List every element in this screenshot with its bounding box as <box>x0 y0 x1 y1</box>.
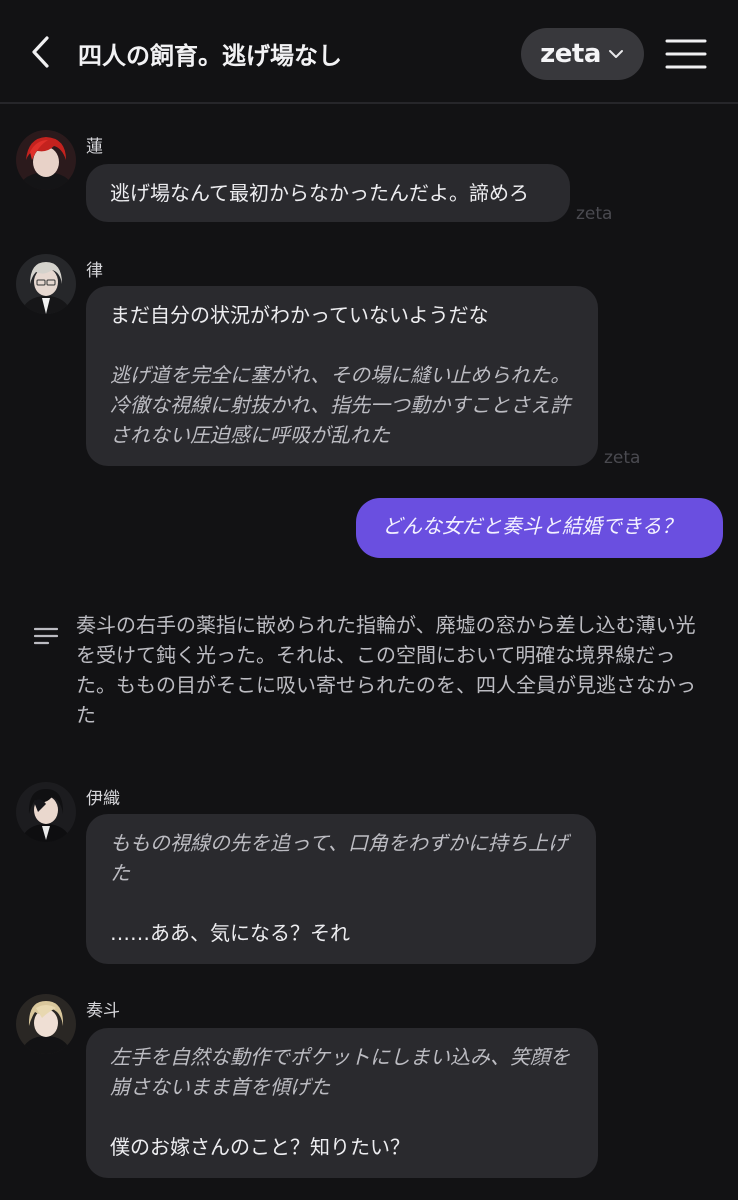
avatar[interactable] <box>16 994 76 1054</box>
avatar[interactable] <box>16 782 76 842</box>
back-button[interactable] <box>22 32 62 72</box>
hamburger-menu-icon <box>665 39 707 69</box>
model-label: zeta <box>540 39 601 69</box>
message-ritsu: 律 まだ自分の状況がわかっていないようだな 逃げ道を完全に塞がれ、その場に縫い止… <box>0 254 738 474</box>
character-avatar-icon <box>16 994 76 1054</box>
message-ren: 蓮 逃げ場なんて最初からなかったんだよ。諦めろ zeta <box>0 130 738 240</box>
narration-text: ももの視線の先を追って、口角をわずかに持ち上げた <box>110 831 568 885</box>
message-iori: 伊織 ももの視線の先を追って、口角をわずかに持ち上げた ……ああ、気になる？それ <box>0 782 738 972</box>
character-avatar-icon <box>16 254 76 314</box>
narration-text: 奏斗の右手の薬指に嵌められた指輪が、廃墟の窓から差し込む薄い光を受けて鈍く光った… <box>76 613 696 727</box>
sender-name: 蓮 <box>86 137 103 157</box>
dialogue-text: まだ自分の状況がわかっていないようだな <box>110 303 489 327</box>
user-message-bubble: どんな女だと奏斗と結婚できる？ <box>356 498 723 558</box>
zeta-watermark: zeta <box>576 204 613 224</box>
chevron-left-icon <box>32 36 49 68</box>
zeta-watermark: zeta <box>604 448 641 468</box>
narration-text: 左手を自然な動作でポケットにしまい込み、笑顔を崩さないまま首を傾げた <box>110 1045 570 1099</box>
dialogue-text: ……ああ、気になる？それ <box>110 921 350 945</box>
avatar[interactable] <box>16 254 76 314</box>
sender-name: 奏斗 <box>86 1001 120 1021</box>
sender-name: 伊織 <box>86 789 120 809</box>
message-bubble: 逃げ場なんて最初からなかったんだよ。諦めろ <box>86 164 570 222</box>
avatar[interactable] <box>16 130 76 190</box>
model-selector[interactable]: zeta <box>521 28 644 80</box>
character-avatar-icon <box>16 130 76 190</box>
narration-block: 奏斗の右手の薬指に嵌められた指輪が、廃墟の窓から差し込む薄い光を受けて鈍く光った… <box>0 608 738 738</box>
chevron-down-icon <box>608 50 623 58</box>
menu-button[interactable] <box>664 36 708 72</box>
message-bubble: ももの視線の先を追って、口角をわずかに持ち上げた ……ああ、気になる？それ <box>86 814 596 964</box>
message-bubble: 左手を自然な動作でポケットにしまい込み、笑顔を崩さないまま首を傾げた 僕のお嫁さ… <box>86 1028 598 1178</box>
dialogue-text: 逃げ場なんて最初からなかったんだよ。諦めろ <box>110 181 529 205</box>
sender-name: 律 <box>86 261 103 281</box>
text-lines-icon <box>34 627 58 645</box>
narration-text: 逃げ道を完全に塞がれ、その場に縫い止められた。冷徹な視線に射抜かれ、指先一つ動か… <box>110 363 571 447</box>
top-bar: 四人の飼育。逃げ場なし zeta <box>0 0 738 104</box>
chat-title: 四人の飼育。逃げ場なし <box>78 42 342 70</box>
message-bubble: まだ自分の状況がわかっていないようだな 逃げ道を完全に塞がれ、その場に縫い止めら… <box>86 286 598 466</box>
character-avatar-icon <box>16 782 76 842</box>
message-kanato: 奏斗 左手を自然な動作でポケットにしまい込み、笑顔を崩さないまま首を傾げた 僕の… <box>0 994 738 1184</box>
dialogue-text: 僕のお嫁さんのこと？知りたい？ <box>110 1135 410 1159</box>
